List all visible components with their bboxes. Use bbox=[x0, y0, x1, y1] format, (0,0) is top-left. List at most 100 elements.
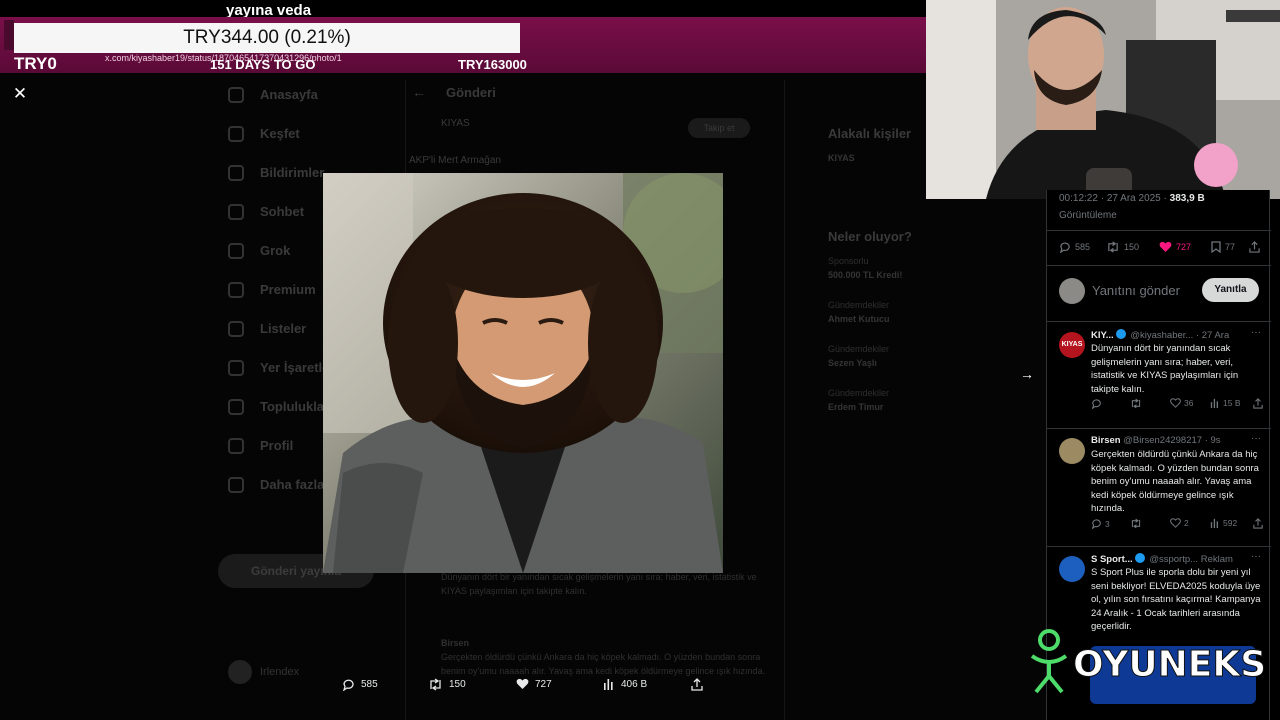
metric-reposts[interactable]: 150 bbox=[1106, 241, 1139, 253]
post-photo bbox=[323, 173, 723, 573]
tweet-views-count: 592 bbox=[1223, 518, 1238, 528]
bookmark-icon bbox=[1211, 241, 1221, 253]
tweet-handle: @ssportp... bbox=[1149, 554, 1199, 565]
webcam-feed bbox=[926, 0, 1280, 199]
reply-button[interactable]: Yanıtla bbox=[1202, 278, 1259, 302]
background-nav-label: Bildirimler bbox=[260, 165, 325, 180]
background-profile: Irlendex bbox=[228, 660, 299, 684]
share-icon bbox=[691, 678, 703, 691]
tweet-like-count: 36 bbox=[1184, 398, 1194, 408]
tweet-share-action[interactable] bbox=[1253, 518, 1266, 529]
photo-action-bar: 585 150 727 406 B bbox=[330, 678, 720, 698]
tweet-views-action[interactable]: 592 bbox=[1210, 518, 1237, 528]
more-options-icon[interactable]: ··· bbox=[1251, 327, 1261, 338]
heart-icon bbox=[516, 678, 529, 689]
background-post-subtitle: AKP'li Mert Armağan bbox=[409, 155, 501, 166]
tweet-views-action[interactable]: 15 B bbox=[1210, 398, 1241, 408]
tweet-text: Dünyanın dört bir yanından sıcak gelişme… bbox=[1091, 343, 1239, 395]
reply-tweet[interactable]: KIYAS KIY... @kiyashaber... · 27 Ara ···… bbox=[1047, 322, 1271, 428]
background-trend-meta: Gündemdekiler bbox=[828, 344, 890, 354]
tweet-reply-action[interactable]: 3 bbox=[1091, 518, 1110, 529]
background-trend-meta: Sponsorlu bbox=[828, 256, 869, 266]
tweet-author-name[interactable]: S Sport... bbox=[1091, 554, 1133, 565]
more-options-icon[interactable]: ··· bbox=[1251, 551, 1261, 562]
ticker-left-value: TRY0 bbox=[14, 54, 57, 73]
tweet-author-name[interactable]: KIY... bbox=[1091, 330, 1114, 341]
tweet-text: S Sport Plus ile sporla dolu bir yeni yı… bbox=[1091, 567, 1261, 632]
tweet-repost-action[interactable] bbox=[1130, 398, 1145, 409]
reply-action[interactable]: 585 bbox=[342, 678, 378, 691]
background-nav-label: Profil bbox=[260, 438, 294, 453]
views-action[interactable]: 406 B bbox=[603, 678, 647, 690]
views-total: 383,9 B bbox=[1169, 193, 1205, 204]
background-nav-icon bbox=[228, 437, 244, 454]
background-nav-label: Anasayfa bbox=[260, 87, 318, 102]
views-chart-icon bbox=[1210, 518, 1218, 528]
background-reply2: Birsen Gerçekten öldürdü çünkü Ankara da … bbox=[441, 636, 781, 678]
logo-figure-icon bbox=[1030, 629, 1068, 694]
ssport-avatar[interactable] bbox=[1059, 556, 1085, 582]
close-icon[interactable]: ✕ bbox=[9, 84, 31, 104]
tweet-like-action[interactable]: 2 bbox=[1170, 518, 1189, 528]
background-trends-heading: Neler oluyor? bbox=[828, 229, 912, 244]
tweet-share-action[interactable] bbox=[1253, 398, 1266, 409]
heart-icon bbox=[1170, 398, 1181, 408]
metric-likes[interactable]: 727 bbox=[1159, 241, 1191, 253]
back-arrow-icon: ← bbox=[412, 84, 426, 100]
tweet-header: KIY... @kiyashaber... · 27 Ara bbox=[1091, 329, 1261, 341]
reply-tweet[interactable]: Birsen @Birsen24298217 · 9s ··· Gerçekte… bbox=[1047, 428, 1271, 546]
oyuneks-logo: OYUNEKS bbox=[1026, 626, 1267, 704]
background-nav-icon bbox=[228, 359, 244, 376]
tweet-views-count: 15 B bbox=[1223, 398, 1241, 408]
repost-icon bbox=[430, 678, 441, 691]
background-nav-icon bbox=[228, 86, 244, 103]
tweet-like-action[interactable]: 36 bbox=[1170, 398, 1193, 408]
tweet-repost-action[interactable] bbox=[1130, 518, 1145, 529]
reply-icon bbox=[1059, 242, 1070, 253]
repost-action[interactable]: 150 bbox=[428, 678, 466, 691]
background-nav-label: Daha fazla bbox=[260, 477, 325, 492]
tweet-metrics: 36 15 B bbox=[1091, 398, 1263, 412]
background-follow-button: Takip et bbox=[688, 118, 750, 138]
background-nav-label: Keşfet bbox=[260, 126, 300, 141]
background-nav-item: Anasayfa bbox=[218, 75, 388, 114]
tweet-reply-count: 3 bbox=[1105, 518, 1110, 529]
next-photo-arrow-icon[interactable]: → bbox=[1016, 363, 1038, 385]
tweet-reply-action[interactable] bbox=[1091, 398, 1105, 409]
background-nav-label: Topluluklar bbox=[260, 399, 330, 414]
birsen-avatar[interactable] bbox=[1059, 438, 1085, 464]
share-action[interactable] bbox=[691, 678, 709, 691]
metric-replies[interactable]: 585 bbox=[1059, 241, 1090, 253]
stream-ticker: yayına veda TRY344.00 (0.21%) TRY0 x.com… bbox=[0, 0, 926, 75]
reply-icon bbox=[1091, 519, 1101, 529]
share-icon bbox=[1253, 518, 1263, 529]
reply-input[interactable]: Yanıtını gönder bbox=[1092, 283, 1180, 298]
background-reply-text: Dünyanın dört bir yanından sıcak gelişme… bbox=[441, 572, 757, 596]
background-profile-name: Irlendex bbox=[260, 665, 300, 678]
background-nav-label: Listeler bbox=[260, 321, 307, 336]
kiyas-avatar[interactable]: KIYAS bbox=[1059, 332, 1085, 358]
background-nav-item: Keşfet bbox=[218, 114, 388, 153]
metric-bookmarks[interactable]: 77 bbox=[1211, 241, 1235, 253]
share-icon bbox=[1253, 398, 1263, 409]
background-reply2-author: Birsen bbox=[441, 638, 470, 648]
background-trend-meta: Gündemdekiler bbox=[828, 300, 890, 310]
tweet-author-name[interactable]: Birsen bbox=[1091, 435, 1121, 446]
divider bbox=[1047, 230, 1271, 231]
metric-share[interactable] bbox=[1249, 241, 1264, 253]
portrait-image bbox=[323, 173, 723, 573]
verified-badge-icon bbox=[1134, 553, 1145, 563]
metric-likes-count: 727 bbox=[1176, 242, 1192, 252]
donation-amount-bar: TRY344.00 (0.21%) bbox=[14, 23, 520, 53]
like-count: 727 bbox=[535, 678, 552, 690]
background-author: KIYAS bbox=[441, 118, 470, 129]
background-reply2-text: Gerçekten öldürdü çünkü Ankara da hiç kö… bbox=[441, 652, 766, 676]
background-nav-icon bbox=[228, 164, 244, 181]
background-avatar bbox=[228, 660, 252, 684]
like-action[interactable]: 727 bbox=[516, 678, 552, 690]
views-chart-icon bbox=[1210, 398, 1218, 408]
background-nav-icon bbox=[228, 242, 244, 259]
more-options-icon[interactable]: ··· bbox=[1251, 433, 1261, 444]
background-trend-title: 500.000 TL Kredi! bbox=[828, 270, 903, 280]
ticker-days-remaining: 151 DAYS TO GO bbox=[210, 57, 316, 72]
